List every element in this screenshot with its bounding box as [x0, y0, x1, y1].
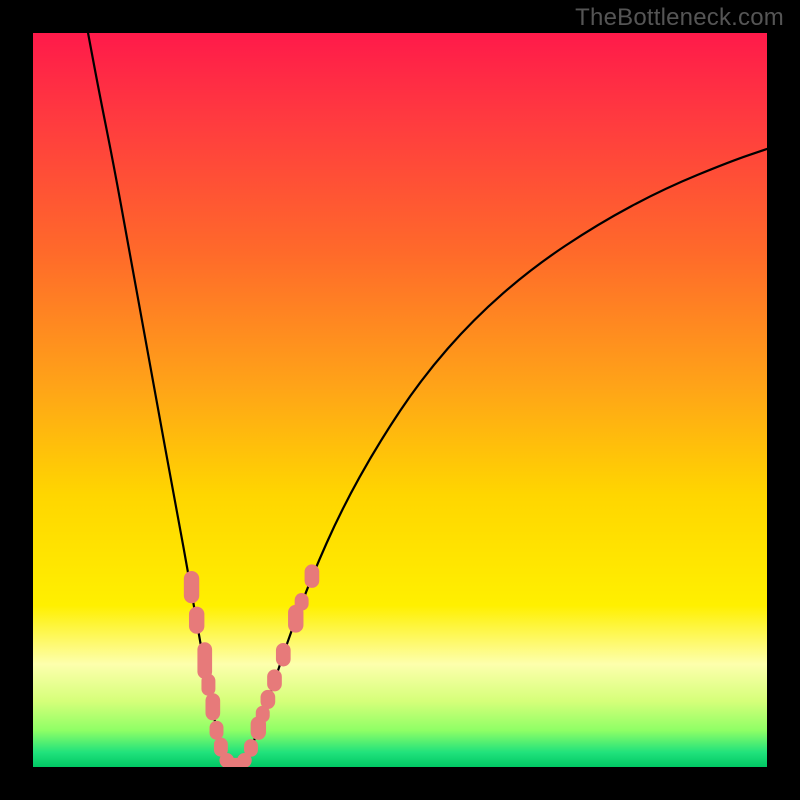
data-marker — [261, 690, 276, 709]
data-marker — [189, 607, 204, 634]
watermark-text: TheBottleneck.com — [575, 4, 784, 32]
data-marker — [205, 693, 220, 720]
data-marker — [276, 643, 291, 666]
data-marker — [295, 593, 309, 611]
data-marker — [267, 669, 282, 691]
bottleneck-curve-plot — [33, 33, 767, 767]
data-marker — [184, 571, 199, 603]
data-marker — [201, 674, 215, 696]
data-marker — [197, 642, 212, 679]
data-marker — [210, 721, 224, 740]
chart-container: TheBottleneck.com — [0, 0, 800, 800]
gradient-background — [33, 33, 767, 767]
data-marker — [244, 739, 258, 757]
data-marker — [305, 564, 320, 587]
